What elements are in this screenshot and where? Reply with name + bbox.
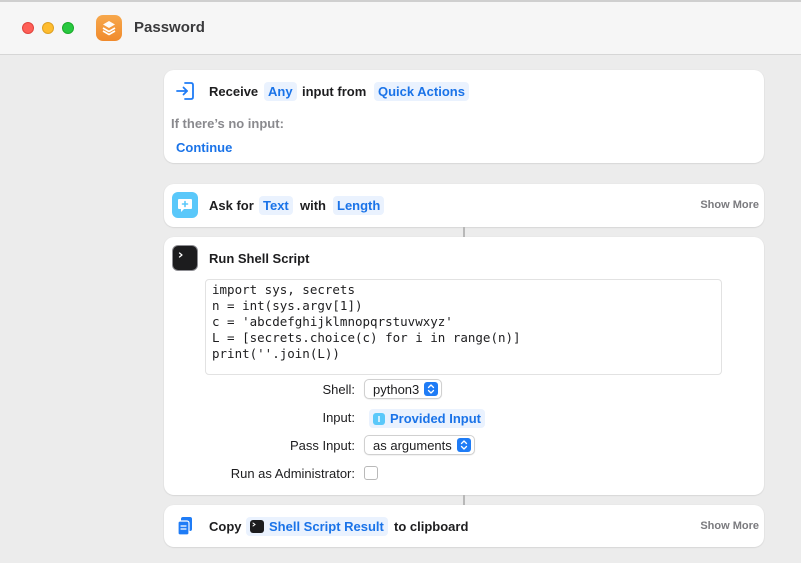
pass-input-popup[interactable]: as arguments bbox=[364, 435, 475, 455]
code-line: import sys, secrets bbox=[212, 282, 355, 297]
ask-show-more-button[interactable]: Show More bbox=[700, 199, 759, 211]
terminal-icon bbox=[250, 520, 264, 533]
shortcuts-app-icon bbox=[96, 15, 122, 41]
no-input-continue-token[interactable]: Continue bbox=[172, 138, 236, 157]
shell-script-result-token[interactable]: Shell Script Result bbox=[246, 517, 388, 536]
up-down-chevron-icon bbox=[424, 382, 439, 396]
copy-label: Copy bbox=[209, 519, 242, 534]
shell-script-title: Run Shell Script bbox=[209, 251, 310, 266]
ask-for-input-card[interactable] bbox=[164, 184, 764, 227]
ask-prompt-token[interactable]: Length bbox=[333, 196, 385, 215]
code-line: print(''.join(L)) bbox=[212, 346, 340, 361]
code-line: c = 'abcdefghijklmnopqrstuvwxyz' bbox=[212, 314, 453, 329]
run-as-admin-label: Run as Administrator: bbox=[230, 466, 355, 481]
copy-suffix-text: to clipboard bbox=[394, 519, 469, 534]
action-connector bbox=[463, 495, 465, 505]
action-connector bbox=[463, 227, 465, 237]
input-value: Provided Input bbox=[390, 411, 481, 426]
script-editor[interactable]: import sys, secrets n = int(sys.argv[1])… bbox=[205, 279, 722, 375]
clipboard-icon bbox=[172, 513, 198, 539]
title-bar: Password bbox=[0, 0, 801, 55]
receive-input-icon bbox=[172, 78, 198, 104]
provided-input-icon bbox=[373, 412, 385, 425]
window-title: Password bbox=[134, 19, 205, 36]
shell-label: Shell: bbox=[322, 382, 355, 397]
no-input-label: If there’s no input: bbox=[171, 116, 284, 131]
code-line: L = [secrets.choice(c) for i in range(n)… bbox=[212, 330, 521, 345]
ask-type-token[interactable]: Text bbox=[259, 196, 293, 215]
top-strip bbox=[0, 0, 801, 2]
input-label: Input: bbox=[322, 410, 355, 425]
run-as-admin-checkbox[interactable] bbox=[364, 466, 378, 480]
pass-input-value: as arguments bbox=[373, 438, 452, 453]
ask-with-text: with bbox=[300, 198, 326, 213]
code-line: n = int(sys.argv[1]) bbox=[212, 298, 363, 313]
minimize-window-button[interactable] bbox=[42, 22, 54, 34]
receive-source-token[interactable]: Quick Actions bbox=[374, 82, 469, 101]
ask-label: Ask for bbox=[209, 198, 254, 213]
terminal-icon bbox=[172, 245, 198, 271]
copy-token-label: Shell Script Result bbox=[269, 519, 384, 534]
pass-input-label: Pass Input: bbox=[289, 438, 355, 453]
shell-popup[interactable]: python3 bbox=[364, 379, 443, 399]
ask-for-input-icon bbox=[172, 192, 198, 218]
receive-type-token[interactable]: Any bbox=[264, 82, 297, 101]
receive-label: Receive bbox=[209, 84, 259, 99]
up-down-chevron-icon bbox=[456, 438, 471, 452]
zoom-window-button[interactable] bbox=[62, 22, 74, 34]
provided-input-token[interactable]: Provided Input bbox=[369, 409, 485, 428]
close-window-button[interactable] bbox=[22, 22, 34, 34]
copy-show-more-button[interactable]: Show More bbox=[700, 520, 759, 532]
receive-input-from-text: input from bbox=[302, 84, 367, 99]
shell-value: python3 bbox=[373, 382, 420, 397]
